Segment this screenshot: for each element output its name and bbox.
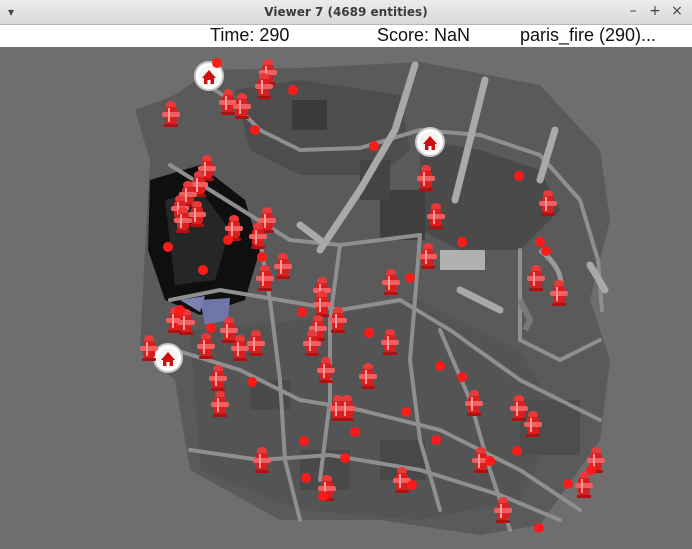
viewer-window: ▾ Viewer 7 (4689 entities) – + × Time: 2… xyxy=(0,0,692,549)
refuge-marker xyxy=(153,343,183,373)
window-title: Viewer 7 (4689 entities) xyxy=(264,5,428,19)
scenario-readout: paris_fire (290)... xyxy=(520,25,657,45)
minimize-button[interactable]: – xyxy=(626,3,640,19)
status-bar: Time: 290 Score: NaN paris_fire (290)... xyxy=(0,25,692,47)
score-readout: Score: NaN xyxy=(377,25,471,45)
city-map[interactable] xyxy=(0,48,692,549)
refuge-marker xyxy=(415,127,445,157)
maximize-button[interactable]: + xyxy=(648,3,662,19)
title-bar[interactable]: ▾ Viewer 7 (4689 entities) – + × xyxy=(0,0,692,25)
close-button[interactable]: × xyxy=(670,3,684,19)
time-readout: Time: 290 xyxy=(210,25,290,45)
